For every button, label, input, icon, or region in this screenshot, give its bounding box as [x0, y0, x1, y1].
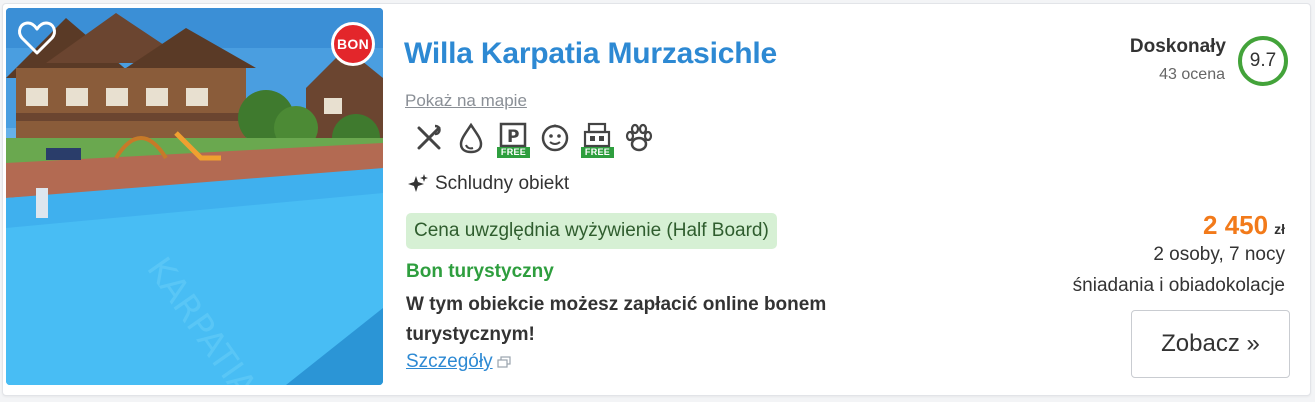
price-amount: 2 450	[1203, 210, 1269, 240]
parking-icon: P FREE	[497, 122, 530, 158]
meal-included-badge: Cena uwzględnia wyżywienie (Half Board)	[406, 213, 777, 249]
hotel-photo-image: KARPATIA	[6, 8, 383, 385]
pets-icon	[623, 122, 655, 158]
svg-text:P: P	[507, 127, 519, 147]
see-offer-button[interactable]: Zobacz »	[1131, 310, 1290, 378]
external-window-icon	[497, 356, 511, 368]
wifi-free-tag: FREE	[581, 147, 614, 158]
feature-tag: Schludny obiekt	[407, 173, 569, 195]
wifi-icon: FREE	[581, 122, 614, 158]
details-link-label: Szczegóły	[406, 351, 493, 372]
rating-count: 43 ocena	[1159, 66, 1225, 83]
rating-score: 9.7	[1238, 36, 1288, 86]
restaurant-icon	[413, 122, 445, 158]
bon-details-link[interactable]: Szczegóły	[406, 351, 511, 373]
rating-label: Doskonały	[1129, 36, 1226, 57]
board-type: śniadania i obiadokolacje	[1072, 275, 1285, 296]
bon-badge: BON	[331, 22, 375, 66]
bon-description: W tym obiekcie możesz zapłacić online bo…	[406, 294, 827, 345]
show-on-map-link[interactable]: Pokaż na mapie	[405, 91, 527, 111]
sparkle-icon	[408, 174, 428, 192]
hotel-card: KARPATIA BON Willa Karpatia Murzasichle …	[2, 3, 1311, 396]
bon-title: Bon turystyczny	[406, 261, 554, 282]
stay-details: 2 osoby, 7 nocy	[1153, 244, 1285, 265]
parking-free-tag: FREE	[497, 147, 530, 158]
price: 2 450 zł	[1203, 210, 1285, 241]
hotel-photo[interactable]: KARPATIA BON	[6, 8, 383, 385]
amenity-icons: P FREE FREE	[413, 122, 655, 162]
kids-icon	[539, 122, 571, 158]
feature-label: Schludny obiekt	[435, 173, 570, 194]
hotel-title[interactable]: Willa Karpatia Murzasichle	[404, 37, 777, 71]
price-currency: zł	[1274, 221, 1285, 237]
favorite-heart-icon[interactable]	[16, 18, 58, 60]
spa-icon	[455, 122, 487, 158]
